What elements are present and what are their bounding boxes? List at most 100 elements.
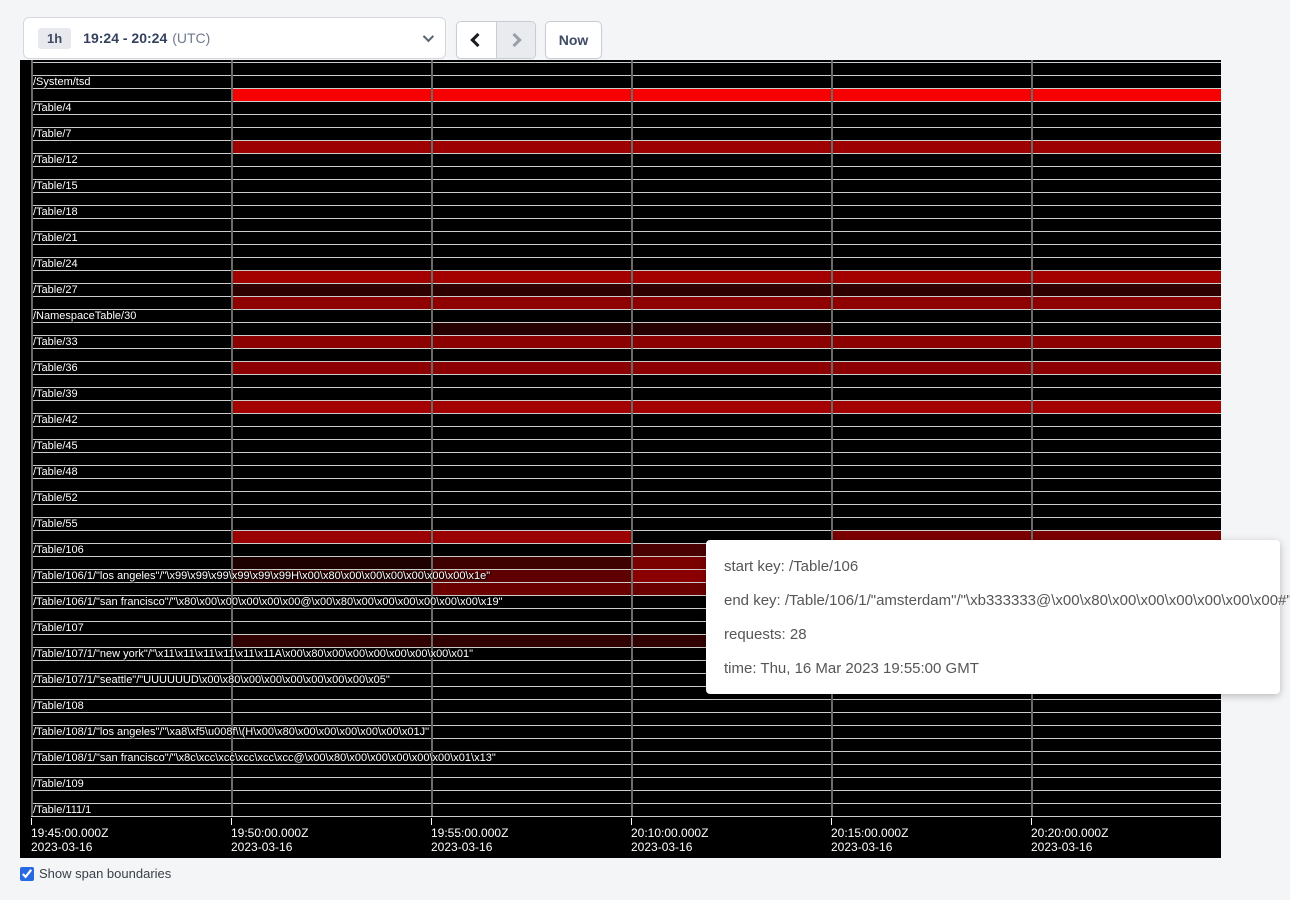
heat-band — [231, 141, 1221, 153]
show-span-boundaries-checkbox[interactable] — [20, 867, 34, 881]
span-key-label: /Table/106 — [33, 544, 84, 556]
span-boundary-line — [31, 439, 1221, 440]
tooltip-time: time: Thu, 16 Mar 2023 19:55:00 GMT — [724, 658, 1262, 679]
span-boundary-line — [31, 504, 1221, 505]
span-boundary-line — [31, 530, 1221, 531]
now-button[interactable]: Now — [545, 21, 602, 59]
show-span-boundaries-label: Show span boundaries — [39, 866, 171, 881]
span-key-label: /Table/15 — [33, 180, 78, 192]
span-boundary-line — [31, 322, 1221, 323]
time-range-selector[interactable]: 1h 19:24 - 20:24 (UTC) — [23, 17, 446, 59]
time-nav-group — [456, 21, 536, 59]
span-boundary-line — [31, 205, 1221, 206]
span-boundary-line — [31, 452, 1221, 453]
span-boundary-line — [31, 179, 1221, 180]
span-boundary-line — [31, 335, 1221, 336]
time-gridline — [231, 60, 233, 816]
axis-tick — [431, 818, 432, 825]
previous-range-button[interactable] — [457, 22, 496, 58]
heat-band — [231, 297, 1221, 309]
span-key-label: /Table/52 — [33, 492, 78, 504]
span-boundary-line — [31, 491, 1221, 492]
span-key-label: /Table/42 — [33, 414, 78, 426]
span-boundary-line — [31, 153, 1221, 154]
span-boundary-line — [31, 803, 1221, 804]
span-boundary-line — [31, 413, 1221, 414]
heat-band — [231, 336, 1221, 348]
time-gridline — [631, 60, 633, 816]
heat-band — [231, 271, 1221, 283]
tooltip-requests: requests: 28 — [724, 624, 1262, 645]
time-range-zone: (UTC) — [172, 30, 210, 46]
span-boundary-line — [31, 192, 1221, 193]
span-key-label: /Table/45 — [33, 440, 78, 452]
span-key-label: /Table/39 — [33, 388, 78, 400]
axis-tick-date: 2023-03-16 — [831, 840, 892, 854]
next-range-button[interactable] — [496, 22, 535, 58]
span-boundary-line — [31, 478, 1221, 479]
span-boundary-line — [31, 699, 1221, 700]
chevron-right-icon — [507, 33, 521, 47]
axis-tick — [1031, 818, 1032, 825]
span-key-label: /Table/109 — [33, 778, 84, 790]
span-key-label: /Table/106/1/"los angeles"/"\x99\x99\x99… — [33, 570, 490, 582]
span-key-label: /Table/48 — [33, 466, 78, 478]
span-boundary-line — [31, 166, 1221, 167]
span-boundary-line — [31, 244, 1221, 245]
axis-tick-date: 2023-03-16 — [231, 840, 292, 854]
span-boundary-line — [31, 790, 1221, 791]
span-key-label: /Table/7 — [33, 128, 72, 140]
axis-tick-time: 20:10:00.000Z — [631, 826, 708, 840]
span-boundary-line — [31, 114, 1221, 115]
chevron-left-icon — [471, 33, 485, 47]
span-boundary-line — [31, 738, 1221, 739]
span-key-label: /Table/27 — [33, 284, 78, 296]
time-range-text: 19:24 - 20:24 — [83, 30, 167, 46]
span-boundary-line — [31, 426, 1221, 427]
span-boundary-line — [31, 361, 1221, 362]
tooltip-start-key: start key: /Table/106 — [724, 556, 1262, 577]
span-boundary-line — [31, 270, 1221, 271]
span-boundary-line — [31, 218, 1221, 219]
span-boundary-line — [31, 348, 1221, 349]
axis-tick-time: 19:55:00.000Z — [431, 826, 508, 840]
axis-tick-date: 2023-03-16 — [1031, 840, 1092, 854]
span-boundary-line — [31, 777, 1221, 778]
span-boundary-line — [31, 62, 1221, 63]
time-gridline — [831, 60, 833, 816]
span-key-label: /Table/36 — [33, 362, 78, 374]
axis-tick-time: 19:50:00.000Z — [231, 826, 308, 840]
tooltip-end-key: end key: /Table/106/1/"amsterdam"/"\xb33… — [724, 590, 1262, 611]
axis-tick-time: 20:20:00.000Z — [1031, 826, 1108, 840]
span-key-label: /NamespaceTable/30 — [33, 310, 136, 322]
span-key-label: /Table/108/1/"los angeles"/"\xa8\xf5\u00… — [33, 726, 429, 738]
key-visualizer-canvas[interactable]: 19:45:00.000Z2023-03-1619:50:00.000Z2023… — [20, 60, 1221, 858]
axis-tick — [31, 818, 32, 825]
span-boundary-line — [31, 387, 1221, 388]
span-key-label: /Table/107 — [33, 622, 84, 634]
footer: Show span boundaries — [20, 866, 171, 881]
time-range-preset-badge: 1h — [38, 28, 71, 49]
span-key-label: /Table/55 — [33, 518, 78, 530]
axis-tick — [231, 818, 232, 825]
heat-band — [231, 89, 1221, 101]
span-boundary-line — [31, 517, 1221, 518]
span-boundary-line — [31, 764, 1221, 765]
axis-tick-date: 2023-03-16 — [431, 840, 492, 854]
axis-tick-date: 2023-03-16 — [31, 840, 92, 854]
span-boundary-line — [31, 374, 1221, 375]
span-boundary-line — [31, 309, 1221, 310]
span-boundary-line — [31, 257, 1221, 258]
axis-tick — [831, 818, 832, 825]
span-boundary-line — [31, 88, 1221, 89]
heat-band — [231, 557, 431, 569]
chevron-down-icon — [423, 31, 434, 42]
bucket-tooltip: start key: /Table/106 end key: /Table/10… — [706, 540, 1280, 694]
span-key-label: /Table/12 — [33, 154, 78, 166]
span-key-label: /Table/24 — [33, 258, 78, 270]
span-key-label: /Table/33 — [33, 336, 78, 348]
span-key-label: /Table/21 — [33, 232, 78, 244]
span-boundary-line — [31, 465, 1221, 466]
span-key-label: /Table/18 — [33, 206, 78, 218]
time-gridline — [1031, 60, 1033, 816]
